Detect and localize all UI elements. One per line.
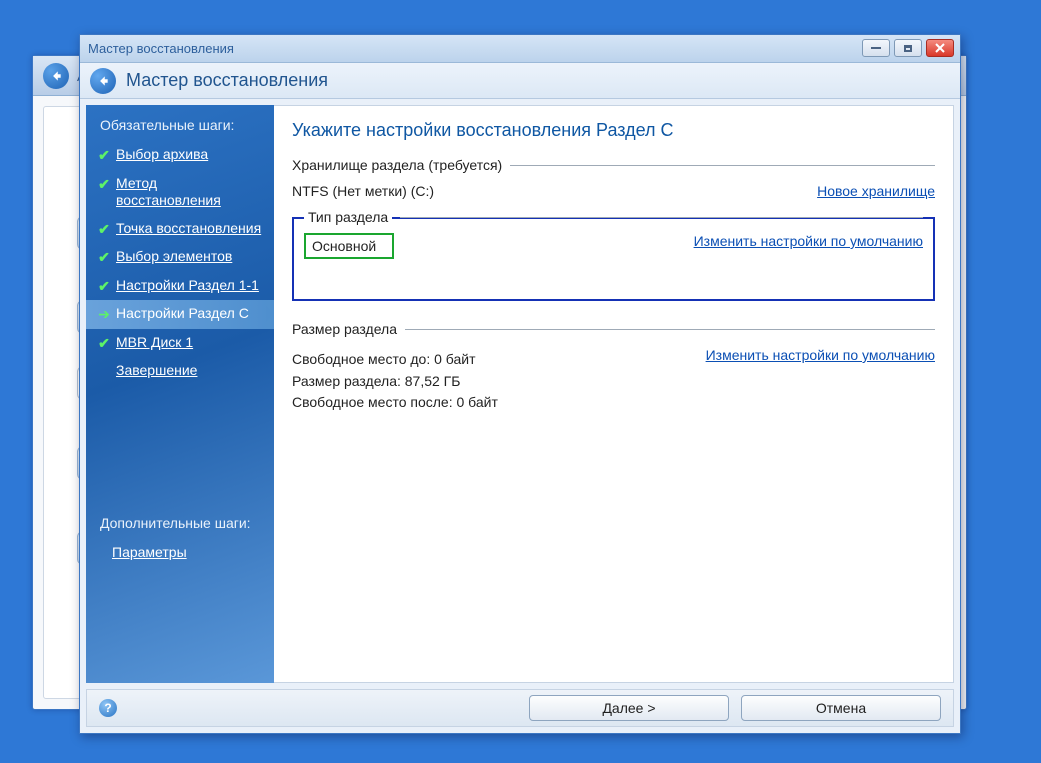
titlebar[interactable]: Мастер восстановления	[80, 35, 960, 63]
step-mbr-disk1[interactable]: ✔ MBR Диск 1	[86, 329, 274, 358]
wizard-sidebar: Обязательные шаги: ✔ Выбор архива ✔ Мето…	[86, 105, 274, 683]
dialog-header: Мастер восстановления	[80, 63, 960, 99]
partition-type-value: Основной	[304, 233, 394, 259]
wizard-dialog: Мастер восстановления Мастер восстановле…	[79, 34, 961, 734]
close-button[interactable]	[926, 39, 954, 57]
next-button[interactable]: Далее >	[529, 695, 729, 721]
step-label: Завершение	[116, 362, 197, 380]
new-storage-link[interactable]: Новое хранилище	[817, 183, 935, 199]
page-title: Укажите настройки восстановления Раздел …	[292, 120, 935, 141]
step-label: Выбор архива	[116, 146, 208, 164]
ptype-change-link[interactable]: Изменить настройки по умолчанию	[694, 233, 923, 249]
check-icon: ✔	[98, 278, 110, 296]
step-label: Точка восстановления	[116, 220, 261, 238]
step-settings-c[interactable]: ➔ Настройки Раздел C	[86, 300, 274, 329]
bg-back-icon	[43, 63, 69, 89]
step-settings-1-1[interactable]: ✔ Настройки Раздел 1-1	[86, 272, 274, 301]
partition-size: Размер раздела: 87,52 ГБ	[292, 371, 498, 393]
cancel-button[interactable]: Отмена	[741, 695, 941, 721]
step-label: Настройки Раздел 1-1	[116, 277, 259, 295]
partition-type-box: Тип раздела Основной Изменить настройки …	[292, 217, 935, 301]
step-label: Параметры	[112, 544, 187, 562]
ptype-section-header: Тип раздела	[304, 209, 923, 225]
step-label: Метод восстановления	[116, 175, 262, 210]
step-archive-choice[interactable]: ✔ Выбор архива	[86, 141, 274, 170]
step-element-choice[interactable]: ✔ Выбор элементов	[86, 243, 274, 272]
free-after: Свободное место после: 0 байт	[292, 392, 498, 414]
help-button[interactable]: ?	[99, 699, 117, 717]
ptype-section-label: Тип раздела	[304, 209, 392, 225]
check-icon: ✔	[98, 249, 110, 267]
required-steps-heading: Обязательные шаги:	[86, 117, 274, 141]
check-icon: ✔	[98, 147, 110, 165]
step-recovery-point[interactable]: ✔ Точка восстановления	[86, 215, 274, 244]
step-label: MBR Диск 1	[116, 334, 193, 352]
minimize-button[interactable]	[862, 39, 890, 57]
back-button[interactable]	[90, 68, 116, 94]
step-label: Выбор элементов	[116, 248, 232, 266]
storage-value: NTFS (Нет метки) (C:)	[292, 183, 434, 199]
step-parameters[interactable]: Параметры	[86, 539, 274, 567]
header-title: Мастер восстановления	[126, 70, 328, 91]
check-icon: ✔	[98, 335, 110, 353]
dialog-footer: ? Далее > Отмена	[86, 689, 954, 727]
psize-section-label: Размер раздела	[292, 321, 397, 337]
psize-section-header: Размер раздела	[292, 321, 935, 337]
check-icon: ✔	[98, 221, 110, 239]
check-icon: ✔	[98, 176, 110, 194]
step-label: Настройки Раздел C	[116, 305, 249, 323]
window-title: Мастер восстановления	[88, 41, 234, 56]
step-recovery-method[interactable]: ✔ Метод восстановления	[86, 170, 274, 215]
storage-section-header: Хранилище раздела (требуется)	[292, 157, 935, 173]
maximize-button[interactable]	[894, 39, 922, 57]
psize-change-link[interactable]: Изменить настройки по умолчанию	[706, 347, 935, 363]
arrow-icon: ➔	[98, 306, 110, 324]
step-finish[interactable]: Завершение	[86, 357, 274, 385]
optional-steps-heading: Дополнительные шаги:	[86, 515, 274, 539]
free-before: Свободное место до: 0 байт	[292, 349, 498, 371]
wizard-content: Укажите настройки восстановления Раздел …	[274, 105, 954, 683]
partition-size-info: Свободное место до: 0 байт Размер раздел…	[292, 349, 498, 414]
storage-section-label: Хранилище раздела (требуется)	[292, 157, 502, 173]
